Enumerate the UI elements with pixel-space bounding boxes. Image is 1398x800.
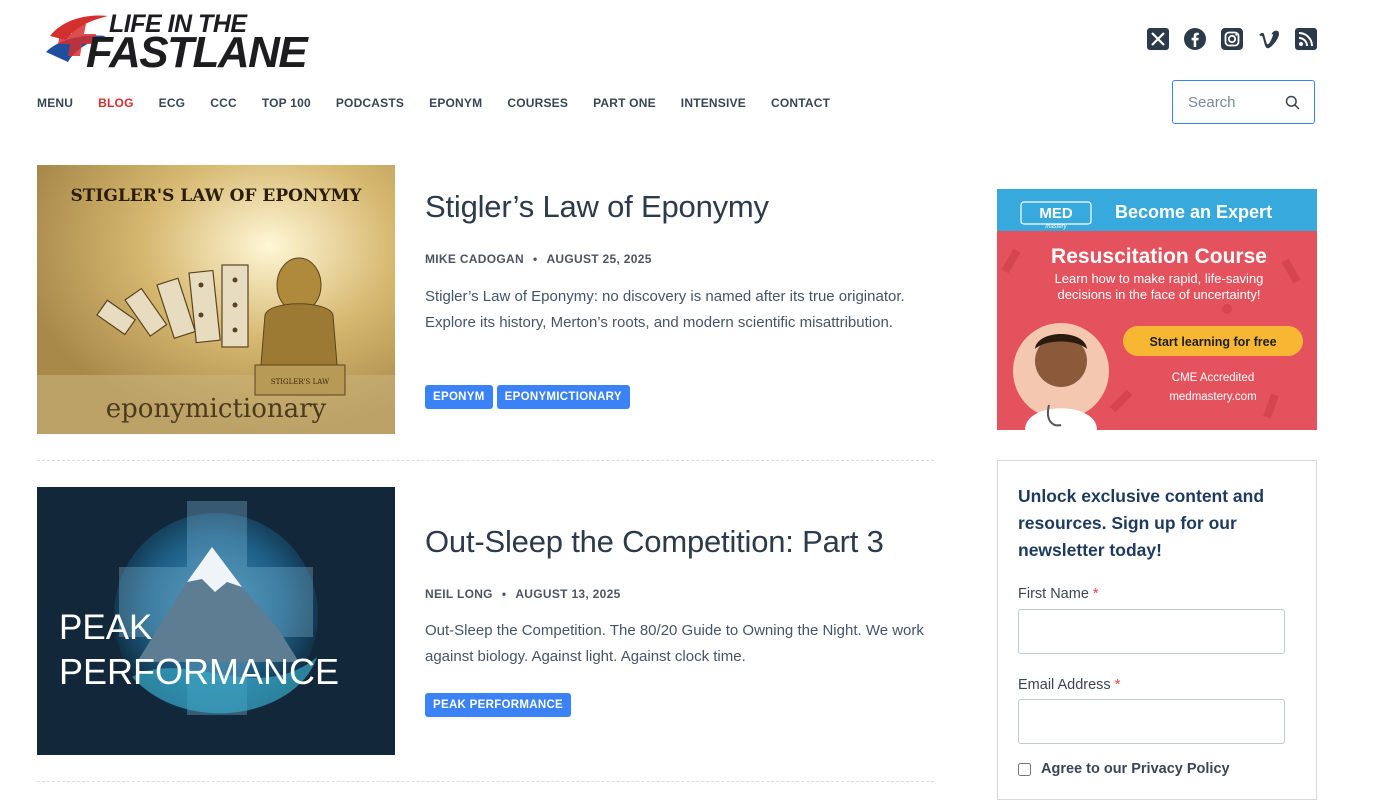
post-date: AUGUST 13, 2025 — [515, 587, 621, 601]
post-thumbnail[interactable]: STIGLER'S LAW STIGLER'S LAW OF EPONYMY e… — [37, 165, 395, 434]
post-card: STIGLER'S LAW STIGLER'S LAW OF EPONYMY e… — [37, 165, 934, 465]
nav-intensive[interactable]: INTENSIVE — [681, 96, 746, 110]
instagram-icon[interactable] — [1221, 28, 1243, 50]
meta-separator: • — [532, 252, 538, 266]
x-icon[interactable] — [1147, 28, 1169, 50]
ad-desc: Learn how to make rapid, life-saving dec… — [1054, 271, 1264, 302]
post-title[interactable]: Out-Sleep the Competition: Part 3 — [425, 524, 884, 560]
nav-part-one[interactable]: PART ONE — [593, 96, 656, 110]
nav-menu[interactable]: MENU — [37, 96, 73, 110]
stigler-eponymy-image: STIGLER'S LAW STIGLER'S LAW OF EPONYMY e… — [37, 165, 395, 434]
ad-cme: CME Accredited — [1172, 372, 1254, 384]
ad-image: MED mastery Become an Expert Resuscitati… — [997, 189, 1317, 430]
post-author[interactable]: NEIL LONG — [425, 587, 493, 601]
main-nav: MENU BLOG ECG CCC TOP 100 PODCASTS EPONY… — [37, 96, 855, 110]
ad-course: Resuscitation Course — [1051, 245, 1267, 268]
facebook-icon[interactable] — [1184, 28, 1206, 50]
email-label: Email Address * — [1018, 677, 1121, 693]
rss-icon[interactable] — [1295, 28, 1317, 50]
nav-podcasts[interactable]: PODCASTS — [336, 96, 404, 110]
tag-eponym[interactable]: EPONYM — [425, 385, 493, 409]
post-date: AUGUST 25, 2025 — [546, 252, 652, 266]
vimeo-icon[interactable] — [1258, 28, 1280, 50]
image-caption: eponymictionary — [106, 394, 327, 424]
image-title: STIGLER'S LAW OF EPONYMY — [70, 186, 362, 206]
newsletter-title: Unlock exclusive content and resources. … — [1018, 486, 1265, 560]
newsletter-form: Unlock exclusive content and resources. … — [997, 460, 1317, 800]
nav-courses[interactable]: COURSES — [507, 96, 568, 110]
post-title[interactable]: Stigler’s Law of Eponymy — [425, 189, 769, 225]
email-field[interactable] — [1018, 699, 1285, 744]
nav-eponym[interactable]: EPONYM — [429, 96, 482, 110]
post-meta: MIKE CADOGAN • AUGUST 25, 2025 — [425, 252, 652, 266]
post-tags: PEAK PERFORMANCE — [425, 693, 572, 717]
post-card: PEAK PERFORMANCE Out-Sleep the Competiti… — [37, 487, 934, 787]
post-excerpt: Out-Sleep the Competition. The 80/20 Gui… — [425, 622, 924, 665]
social-links — [1147, 28, 1317, 50]
post-meta: NEIL LONG • AUGUST 13, 2025 — [425, 587, 621, 601]
privacy-policy-link[interactable]: Privacy Policy — [1131, 761, 1229, 777]
tag-peak-performance[interactable]: PEAK PERFORMANCE — [425, 693, 572, 717]
ad-site: medmastery.com — [1169, 391, 1256, 403]
search-box — [1172, 80, 1315, 124]
search-input[interactable] — [1173, 81, 1288, 123]
plaque-text: STIGLER'S LAW — [271, 378, 330, 386]
ad-brand: MED — [1039, 205, 1073, 222]
meta-separator: • — [501, 587, 507, 601]
first-name-field[interactable] — [1018, 609, 1285, 654]
ad-brand-sub: mastery — [1045, 224, 1067, 230]
peak-performance-image: PEAK PERFORMANCE — [37, 487, 395, 755]
post-divider — [37, 460, 934, 461]
post-thumbnail[interactable]: PEAK PERFORMANCE — [37, 487, 395, 755]
site-logo[interactable]: LIFE IN THE FASTLANE — [46, 8, 334, 77]
tag-eponymictionary[interactable]: EPONYMICTIONARY — [496, 385, 630, 409]
nav-ccc[interactable]: CCC — [210, 96, 237, 110]
nav-blog[interactable]: BLOG — [98, 96, 133, 110]
privacy-checkbox[interactable] — [1018, 763, 1031, 776]
post-tags: EPONYM EPONYMICTIONARY — [425, 385, 630, 409]
medmastery-ad-banner[interactable]: MED mastery Become an Expert Resuscitati… — [997, 189, 1317, 430]
logo-line2: FASTLANE — [86, 28, 308, 77]
first-name-label: First Name * — [1018, 586, 1099, 602]
ad-headline: Become an Expert — [1115, 202, 1272, 222]
post-author[interactable]: MIKE CADOGAN — [425, 252, 524, 266]
nav-top-100[interactable]: TOP 100 — [262, 96, 311, 110]
image-line2: PERFORMANCE — [59, 651, 339, 692]
nav-ecg[interactable]: ECG — [159, 96, 186, 110]
image-line1: PEAK — [59, 608, 152, 647]
privacy-agree-label: Agree to our Privacy Policy — [1041, 761, 1230, 777]
post-divider — [37, 781, 934, 782]
post-excerpt: Stigler’s Law of Eponymy: no discovery i… — [425, 288, 905, 331]
ad-cta: Start learning for free — [1149, 335, 1276, 349]
nav-contact[interactable]: CONTACT — [771, 96, 830, 110]
search-icon[interactable] — [1285, 95, 1300, 110]
